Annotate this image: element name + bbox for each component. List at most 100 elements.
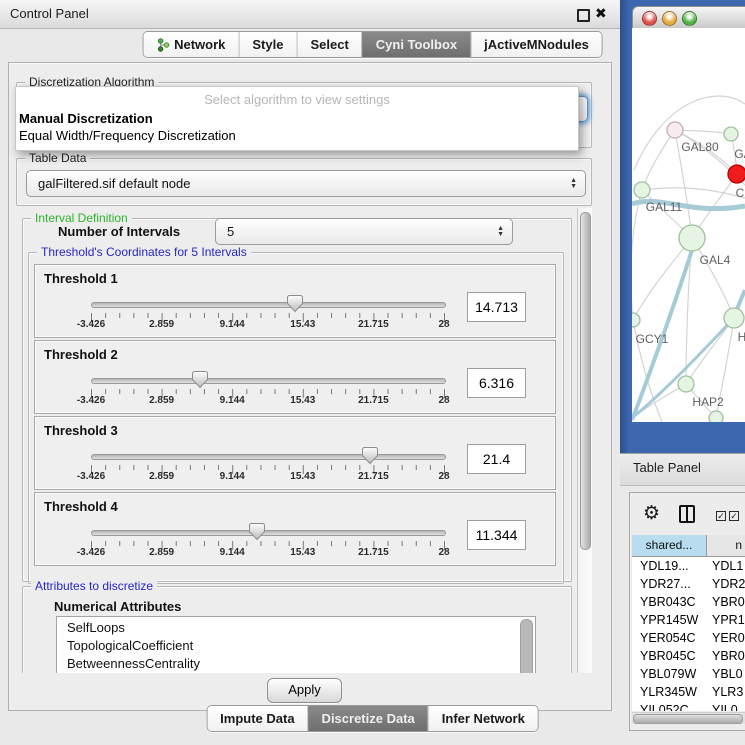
settings-scrollbar-thumb[interactable] [580,212,591,550]
combo-stepper-icon: ▲▼ [570,178,577,190]
network-window-titlebar[interactable] [632,6,745,30]
node-table: shared... n YDL19...YDL1YDR27...YDR2YBR0… [632,535,745,711]
table-cell-shared-name[interactable]: YLR345W [632,683,706,701]
threshold-slider-thumb[interactable] [286,294,304,313]
float-window-icon[interactable] [577,9,590,22]
threshold-value-field[interactable]: 14.713 [467,292,526,322]
threshold-slider-thumb[interactable] [191,370,209,389]
table-row[interactable]: YBL079WYBL0 [632,665,745,683]
algorithm-popup-hint: Select algorithm to view settings [16,92,578,107]
column-header-name[interactable]: n [707,535,745,556]
attribute-item-selfloops[interactable]: SelfLoops [57,619,535,637]
settings-scroll-viewport: Interval Definition Number of Intervals … [16,208,592,673]
number-of-intervals-value: 5 [227,219,234,244]
table-cell-shared-name[interactable]: YIL052C [632,701,706,711]
table-data-combo[interactable]: galFiltered.sif default node ▲▼ [26,170,586,197]
threshold-slider-track[interactable] [91,530,446,536]
table-hscrollbar-thumb[interactable] [633,714,743,724]
tab-impute-data[interactable]: Impute Data [207,706,307,731]
threshold-value-field[interactable]: 21.4 [467,444,526,474]
network-node[interactable] [634,182,650,198]
table-cell-name[interactable]: YDR2 [706,575,745,593]
threshold-slider-thumb[interactable] [361,446,379,465]
zoom-traffic-light[interactable] [682,11,697,26]
tab-label: Impute Data [220,706,294,731]
gear-icon[interactable]: ⚙ [643,504,660,523]
table-cell-shared-name[interactable]: YDR27... [632,575,706,593]
network-node-label: GAL11 [646,200,683,214]
table-cell-name[interactable]: YPR1 [706,611,745,629]
network-node[interactable] [667,122,683,138]
table-row[interactable]: YPR145WYPR1 [632,611,745,629]
tab-jactivemnodules[interactable]: jActiveMNodules [470,32,602,57]
network-node[interactable] [679,225,705,251]
threshold-slider-thumb[interactable] [248,522,266,541]
table-cell-shared-name[interactable]: YBL079W [632,665,706,683]
table-hscrollbar-track[interactable] [632,712,745,724]
tab-select[interactable]: Select [296,32,361,57]
tab-network[interactable]: Network [143,32,238,57]
apply-button[interactable]: Apply [267,678,342,703]
tab-style[interactable]: Style [238,32,296,57]
table-cell-name[interactable]: YLR3 [706,683,745,701]
network-canvas[interactable]: GAL80GACGAL11GAL4GCY1HHAP2 [632,28,745,422]
threshold-slider-track[interactable] [91,454,446,460]
network-node[interactable] [678,376,694,392]
table-cell-name[interactable]: YIL0 [706,701,745,711]
network-edge [642,130,675,190]
tab-label: Discretize Data [322,706,415,731]
table-cell-shared-name[interactable]: YBR043C [632,593,706,611]
tab-discretize-data[interactable]: Discretize Data [308,706,428,731]
network-node[interactable] [632,313,640,327]
tick-label: 21.715 [343,319,403,330]
attribute-item-topologicalcoefficient[interactable]: TopologicalCoefficient [57,637,535,655]
table-cell-name[interactable]: YBR0 [706,593,745,611]
tab-infer-network[interactable]: Infer Network [428,706,538,731]
network-node[interactable] [724,308,744,328]
number-of-intervals-label: Number of Intervals [58,224,180,239]
checkbox-icon[interactable]: ✓ [729,511,739,521]
attribute-item-betweennesscentrality[interactable]: BetweennessCentrality [57,655,535,673]
table-cell-name[interactable]: YER0 [706,629,745,647]
table-row[interactable]: YBR043CYBR0 [632,593,745,611]
table-cell-shared-name[interactable]: YBR045C [632,647,706,665]
algorithm-option-equal-width-frequency-discretization[interactable]: Equal Width/Frequency Discretization [19,128,236,143]
minimize-traffic-light[interactable] [662,11,677,26]
tick-label: 15.43 [273,395,333,406]
threshold-value-field[interactable]: 6.316 [467,368,526,398]
threshold-panel-3: Threshold 3-3.4262.8599.14415.4321.71528… [34,416,556,490]
tab-cyni-toolbox[interactable]: Cyni Toolbox [362,32,470,57]
table-cell-name[interactable]: YDL1 [706,557,745,575]
table-cell-name[interactable]: YBR0 [706,647,745,665]
network-node[interactable] [724,127,738,141]
table-row[interactable]: YIL052CYIL0 [632,701,745,711]
table-row[interactable]: YBR045CYBR0 [632,647,745,665]
tick-label: 2.859 [132,547,192,558]
table-row[interactable]: YLR345WYLR3 [632,683,745,701]
table-cell-name[interactable]: YBL0 [706,665,745,683]
number-of-intervals-combo[interactable]: 5 ▲▼ [215,218,513,245]
network-icon [156,38,169,52]
column-header-shared[interactable]: shared... [632,535,707,556]
threshold-value-field[interactable]: 11.344 [467,520,526,550]
attributes-list-scrollbar[interactable] [520,619,533,673]
threshold-slider-track[interactable] [91,302,446,308]
table-cell-shared-name[interactable]: YDL19... [632,557,706,575]
table-cell-shared-name[interactable]: YER054C [632,629,706,647]
table-row[interactable]: YDR27...YDR2 [632,575,745,593]
top-tab-bar: NetworkStyleSelectCyni ToolboxjActiveMNo… [142,31,603,58]
tab-label: Infer Network [442,706,525,731]
close-icon[interactable]: ✖ [595,5,607,22]
table-row[interactable]: YDL19...YDL1 [632,557,745,575]
tick-label: 21.715 [343,395,403,406]
network-node[interactable] [709,411,723,422]
threshold-slider-track[interactable] [91,378,446,384]
algorithm-option-manual-discretization[interactable]: Manual Discretization [19,111,153,126]
settings-scrollbar-track[interactable] [577,208,592,673]
network-node[interactable] [728,165,745,183]
close-traffic-light[interactable] [642,11,657,26]
table-row[interactable]: YER054CYER0 [632,629,745,647]
checkbox-icon[interactable]: ✓ [716,511,726,521]
columns-icon[interactable] [679,505,695,523]
table-cell-shared-name[interactable]: YPR145W [632,611,706,629]
